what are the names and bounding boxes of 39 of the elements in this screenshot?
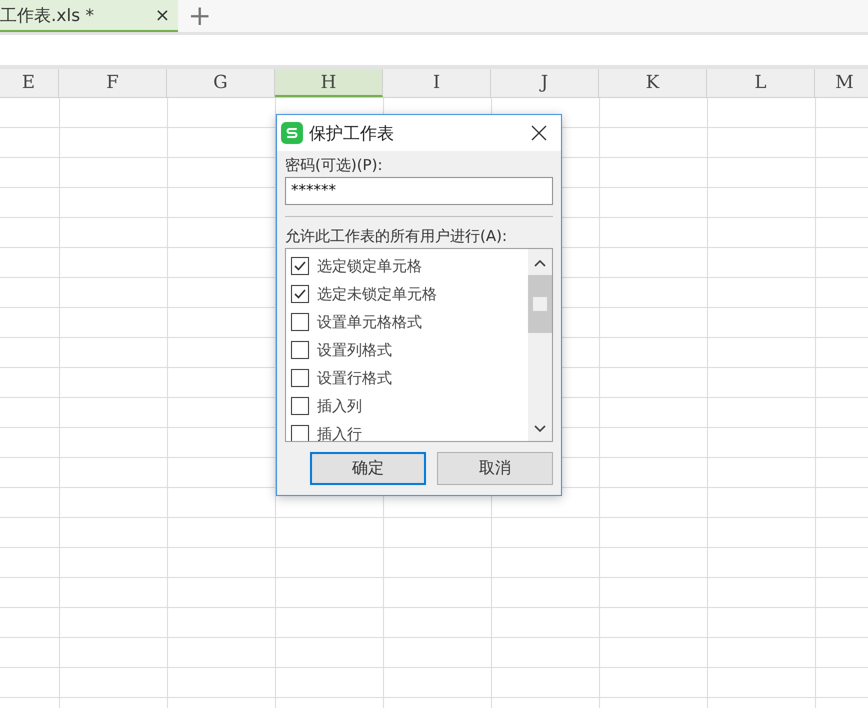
permission-label[interactable]: 设置行格式 xyxy=(317,368,392,388)
permission-label[interactable]: 选定未锁定单元格 xyxy=(317,284,437,304)
column-header[interactable]: F xyxy=(59,69,167,97)
scrollbar[interactable] xyxy=(528,249,552,441)
checkbox[interactable] xyxy=(291,425,309,441)
scroll-up-icon[interactable] xyxy=(534,259,546,267)
password-field[interactable]: ****** xyxy=(285,177,553,205)
dialog-title: 保护工作表 xyxy=(309,122,395,144)
permission-label[interactable]: 设置列格式 xyxy=(317,340,392,360)
permission-label[interactable]: 插入列 xyxy=(317,396,362,416)
permissions-label: 允许此工作表的所有用户进行(A): xyxy=(285,226,508,246)
checkbox[interactable] xyxy=(291,313,309,331)
checkbox[interactable] xyxy=(291,285,309,303)
scroll-down-icon[interactable] xyxy=(534,425,546,433)
close-icon[interactable]: × xyxy=(154,4,170,26)
column-header[interactable]: J xyxy=(491,69,599,97)
cancel-button[interactable]: 取消 xyxy=(437,452,553,485)
password-label: 密码(可选)(P): xyxy=(285,155,384,175)
column-header[interactable]: H xyxy=(275,69,383,97)
close-icon[interactable] xyxy=(531,125,547,141)
permission-label[interactable]: 插入行 xyxy=(317,424,362,441)
checkbox[interactable] xyxy=(291,369,309,387)
scroll-thumb[interactable] xyxy=(528,275,552,333)
column-header[interactable]: E xyxy=(0,69,59,97)
app-logo-icon xyxy=(281,122,303,144)
permission-label[interactable]: 设置单元格格式 xyxy=(317,312,422,332)
column-header[interactable]: K xyxy=(599,69,707,97)
new-tab-button[interactable]: + xyxy=(188,2,212,30)
checkbox[interactable] xyxy=(291,341,309,359)
checkbox[interactable] xyxy=(291,257,309,275)
ok-button[interactable]: 确定 xyxy=(310,452,426,485)
checkbox[interactable] xyxy=(291,397,309,415)
column-header[interactable]: M xyxy=(815,69,868,97)
permission-label[interactable]: 选定锁定单元格 xyxy=(317,256,422,276)
file-tab[interactable]: 工作表.xls * × xyxy=(0,0,178,32)
column-header[interactable]: I xyxy=(383,69,491,97)
checkmark-icon xyxy=(293,287,307,301)
column-header[interactable]: L xyxy=(707,69,815,97)
checkmark-icon xyxy=(293,259,307,273)
